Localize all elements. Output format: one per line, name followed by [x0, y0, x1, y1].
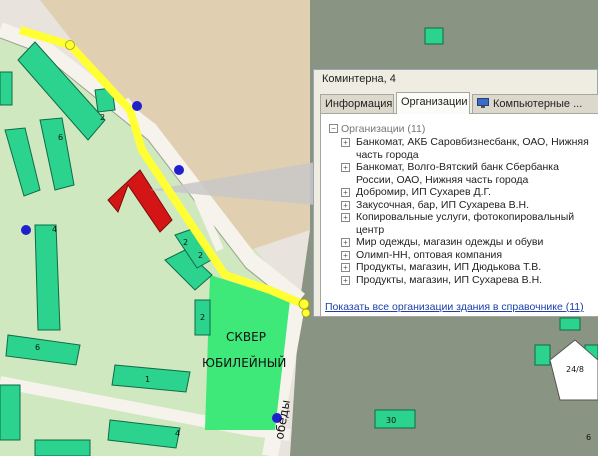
expand-icon[interactable]: + [341, 200, 350, 210]
organization-name: Продукты, магазин, ИП Дюдькова Т.В. [356, 261, 542, 273]
tab-organizations[interactable]: Организации [396, 92, 470, 114]
bus-stop-marker[interactable] [132, 101, 142, 111]
list-item[interactable]: + Олимп-НН, оптовая компания [341, 249, 596, 262]
building-number: 6 [35, 343, 40, 352]
collapse-icon[interactable]: − [329, 124, 338, 133]
tab-label: Информация [325, 98, 393, 110]
building-number: 30 [386, 416, 396, 425]
organization-name: Банкомат, Волго-Вятский банк Сбербанка Р… [356, 161, 559, 186]
organization-name: Мир одежды, магазин одежды и обуви [356, 236, 544, 248]
building[interactable] [34, 439, 91, 456]
bus-stop-marker[interactable] [174, 165, 184, 175]
list-item[interactable]: + Банкомат, АКБ Саровбизнесбанк, ОАО, Ниж… [341, 136, 596, 161]
tab-label: Организации [401, 96, 468, 108]
organizations-panel: − Организации (11) + Банкомат, АКБ Саровби… [320, 113, 598, 317]
expand-icon[interactable]: + [341, 188, 350, 197]
list-item[interactable]: + Закусочная, бар, ИП Сухарева В.Н. [341, 199, 596, 212]
tree-root-label: Организации (11) [341, 123, 426, 135]
popup-title: Коминтерна, 4 [322, 73, 396, 85]
building[interactable] [559, 317, 581, 331]
route-point[interactable] [301, 308, 311, 318]
building-number: 2 [183, 238, 188, 247]
building-number: 4 [52, 225, 57, 234]
tab-information[interactable]: Информация [320, 94, 394, 113]
organization-name: Копировальные услуги, фотокопировальный … [356, 211, 575, 236]
show-all-organizations-link[interactable]: Показать все организации здания в справо… [325, 301, 584, 313]
expand-icon[interactable]: + [341, 275, 350, 285]
building[interactable] [424, 27, 444, 45]
building-number: 2 [200, 313, 205, 322]
building-number: 24/8 [566, 365, 584, 374]
building-number: 2 [100, 113, 105, 122]
expand-icon[interactable]: + [341, 238, 350, 247]
building[interactable] [0, 71, 13, 106]
building-number: 4 [175, 429, 180, 438]
expand-icon[interactable]: + [341, 138, 350, 147]
tab-label: Компьютерные ... [493, 98, 583, 110]
organizations-tree-root[interactable]: − Организации (11) [329, 123, 425, 135]
building-number: 1 [145, 375, 150, 384]
building-number: 2 [198, 251, 203, 260]
park-label: ЮБИЛЕЙНЫЙ [202, 355, 286, 370]
building[interactable] [0, 384, 21, 441]
route-point[interactable] [65, 40, 75, 50]
expand-icon[interactable]: + [341, 213, 350, 222]
list-item[interactable]: + Продукты, магазин, ИП Дюдькова Т.В. [341, 261, 596, 274]
list-item[interactable]: + Мир одежды, магазин одежды и обуви [341, 236, 596, 249]
organization-name: Олимп-НН, оптовая компания [356, 248, 503, 261]
route-point[interactable] [298, 298, 310, 310]
show-all-count: (11) [565, 301, 584, 313]
building-info-popup: Коминтерна, 4 Информация Организации Ком… [313, 69, 598, 317]
list-item[interactable]: + Добромир, ИП Сухарев Д.Г. [341, 186, 596, 199]
tab-computer[interactable]: Компьютерные ... [472, 94, 598, 113]
expand-icon[interactable]: + [341, 263, 350, 272]
list-item[interactable]: + Банкомат, Волго-Вятский банк Сбербанка … [341, 161, 596, 186]
building-number: 6 [586, 433, 591, 442]
list-item[interactable]: + Копировальные услуги, фотокопировальный… [341, 211, 596, 236]
popup-tabs: Информация Организации Компьютерные ... [320, 92, 598, 114]
organization-name: Добромир, ИП Сухарев Д.Г. [356, 186, 491, 198]
expand-icon[interactable]: + [341, 163, 350, 172]
list-item[interactable]: + Продукты, магазин, ИП Сухарева В.Н. [341, 274, 596, 287]
building[interactable] [534, 344, 551, 366]
organization-name: Продукты, магазин, ИП Сухарева В.Н. [356, 273, 543, 286]
organization-name: Банкомат, АКБ Саровбизнесбанк, ОАО, Нижн… [356, 136, 589, 161]
building-number: 6 [58, 133, 63, 142]
park-label: СКВЕР [226, 330, 266, 344]
expand-icon[interactable]: + [341, 250, 350, 260]
organizations-list: + Банкомат, АКБ Саровбизнесбанк, ОАО, Ниж… [341, 136, 596, 286]
bus-stop-marker[interactable] [21, 225, 31, 235]
computer-icon [477, 96, 489, 108]
show-all-link-text: Показать все организации здания в справо… [325, 301, 563, 313]
building[interactable] [34, 224, 61, 331]
organization-name: Закусочная, бар, ИП Сухарева В.Н. [356, 198, 530, 211]
